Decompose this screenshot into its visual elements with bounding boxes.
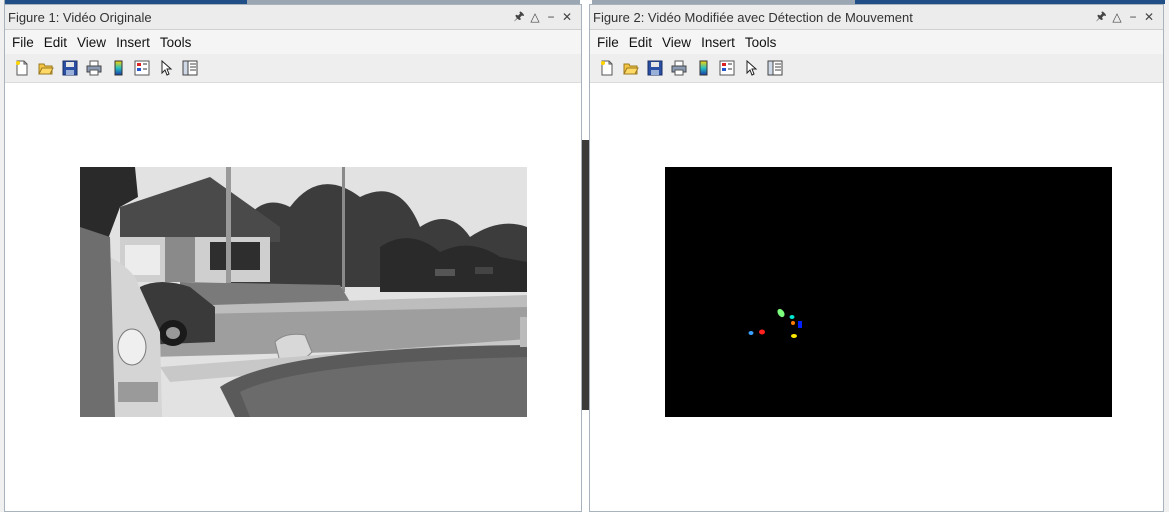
new-figure-icon[interactable] <box>10 57 34 79</box>
close-icon[interactable]: ✕ <box>559 10 575 24</box>
figure-toolbar <box>5 54 581 83</box>
motion-blob <box>789 315 795 319</box>
menu-view[interactable]: View <box>657 35 696 50</box>
figure-canvas <box>5 83 581 511</box>
motion-blob <box>759 329 765 335</box>
close-icon[interactable]: ✕ <box>1141 10 1157 24</box>
restore-icon[interactable]: △ <box>527 10 543 24</box>
motion-blob <box>791 321 795 325</box>
figure-canvas <box>590 83 1163 511</box>
restore-icon[interactable]: △ <box>1109 10 1125 24</box>
figure-window-modified[interactable]: Figure 2: Vidéo Modifiée avec Détection … <box>589 4 1164 512</box>
pointer-icon[interactable] <box>739 57 763 79</box>
figure-title: Figure 2: Vidéo Modifiée avec Détection … <box>593 9 913 25</box>
colorbar-icon[interactable] <box>691 57 715 79</box>
save-icon[interactable] <box>58 57 82 79</box>
legend-icon[interactable] <box>130 57 154 79</box>
window-controls: 🖈 △ − ✕ <box>1093 7 1163 28</box>
original-video-frame <box>80 167 527 417</box>
save-icon[interactable] <box>643 57 667 79</box>
motion-blob <box>777 308 785 318</box>
menu-view[interactable]: View <box>72 35 111 50</box>
new-figure-icon[interactable] <box>595 57 619 79</box>
print-icon[interactable] <box>82 57 106 79</box>
minimize-icon[interactable]: − <box>543 10 559 24</box>
menu-file[interactable]: File <box>592 35 624 50</box>
motion-detection-frame <box>665 167 1112 417</box>
motion-blob <box>791 334 797 338</box>
menu-edit[interactable]: Edit <box>39 35 72 50</box>
menu-tools[interactable]: Tools <box>740 35 782 50</box>
figure-titlebar[interactable]: Figure 1: Vidéo Originale 🖈 △ − ✕ <box>5 5 581 30</box>
property-editor-icon[interactable] <box>178 57 202 79</box>
minimize-icon[interactable]: − <box>1125 10 1141 24</box>
figure-toolbar <box>590 54 1163 83</box>
figure-title: Figure 1: Vidéo Originale <box>8 9 152 25</box>
pointer-icon[interactable] <box>154 57 178 79</box>
menu-bar: File Edit View Insert Tools <box>590 30 1163 54</box>
menu-tools[interactable]: Tools <box>155 35 197 50</box>
colorbar-icon[interactable] <box>106 57 130 79</box>
legend-icon[interactable] <box>715 57 739 79</box>
menu-bar: File Edit View Insert Tools <box>5 30 581 54</box>
menu-insert[interactable]: Insert <box>111 35 155 50</box>
print-icon[interactable] <box>667 57 691 79</box>
figure-window-original[interactable]: Figure 1: Vidéo Originale 🖈 △ − ✕ File E… <box>4 4 582 512</box>
window-controls: 🖈 △ − ✕ <box>511 7 581 28</box>
motion-blob <box>798 321 802 328</box>
pin-icon[interactable]: 🖈 <box>511 7 527 28</box>
pin-icon[interactable]: 🖈 <box>1093 7 1109 28</box>
menu-file[interactable]: File <box>7 35 39 50</box>
figure-titlebar[interactable]: Figure 2: Vidéo Modifiée avec Détection … <box>590 5 1163 30</box>
menu-insert[interactable]: Insert <box>696 35 740 50</box>
property-editor-icon[interactable] <box>763 57 787 79</box>
motion-blob <box>748 331 754 335</box>
menu-edit[interactable]: Edit <box>624 35 657 50</box>
open-file-icon[interactable] <box>619 57 643 79</box>
open-file-icon[interactable] <box>34 57 58 79</box>
